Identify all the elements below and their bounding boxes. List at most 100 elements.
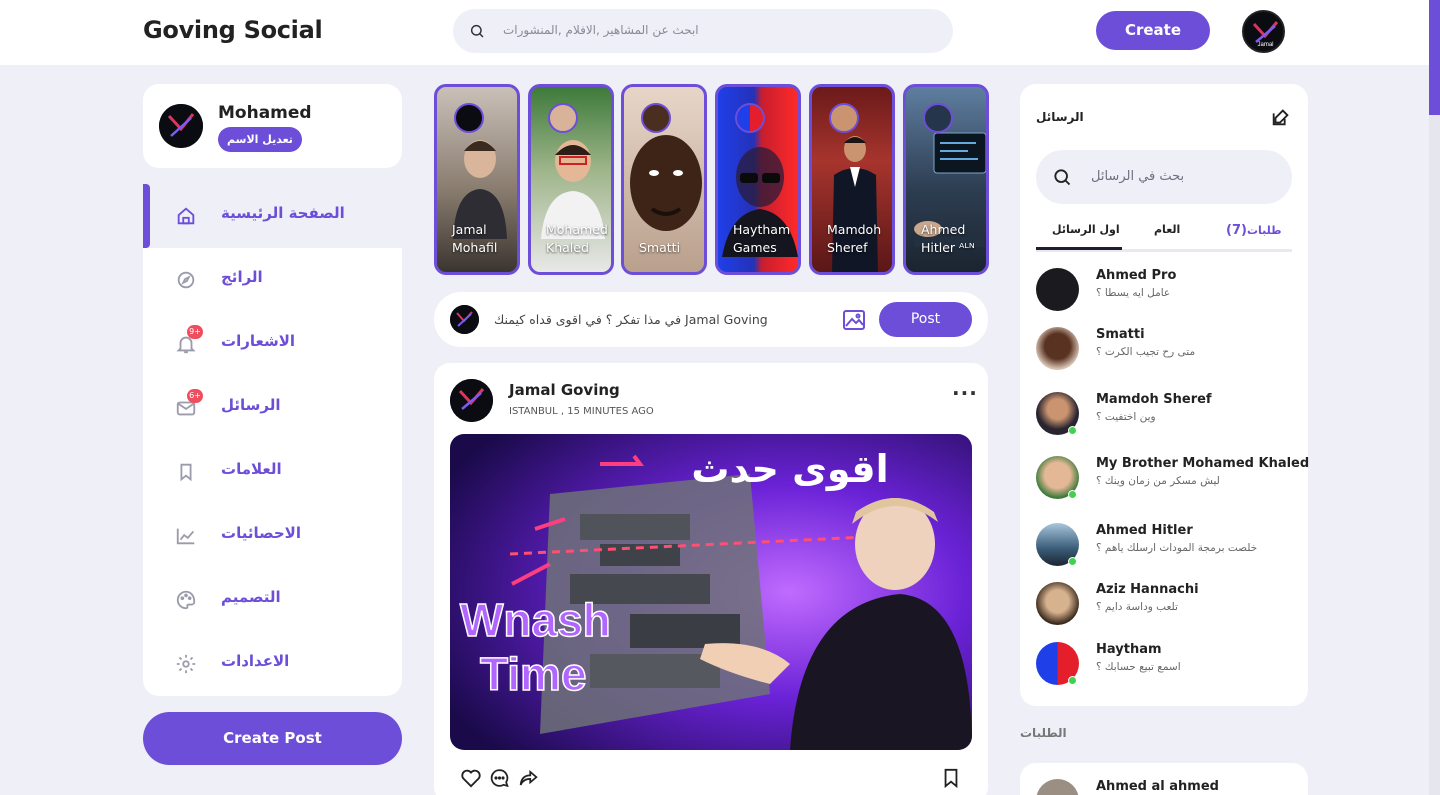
edit-name-button[interactable]: تعديل الاسم — [218, 127, 302, 152]
story-name: Ahmed Hitler ᴬᴸᴺ — [921, 222, 975, 255]
story-name: Jamal Mohafil — [452, 222, 498, 255]
story-name: Mamdoh Sheref — [827, 222, 882, 255]
message-preview: ليش مسكر من زمان وينك ؟ — [1096, 475, 1220, 487]
gear-icon — [176, 654, 196, 674]
story-avatar — [923, 103, 953, 133]
messages-title: الرسائل — [1036, 110, 1084, 124]
story-avatar — [641, 103, 671, 133]
notification-badge: 9+ — [187, 325, 203, 339]
post-composer: في مذا تفكر ؟ في اقوى قداه كيمنك Jamal G… — [434, 292, 988, 347]
image-headline: اقوى حدث — [691, 447, 888, 491]
image-title-line2: Time — [480, 648, 587, 700]
tab-requests[interactable]: (7)طلبات — [1226, 223, 1281, 238]
post-button[interactable]: Post — [879, 302, 972, 337]
story-card[interactable]: Ahmed Hitler ᴬᴸᴺ — [903, 84, 989, 275]
messages-panel: الرسائل بحث في الرسائل اول الرسائل العام… — [1020, 84, 1309, 706]
share-icon[interactable] — [518, 768, 539, 788]
story-card[interactable]: Jamal Mohafil — [434, 84, 520, 275]
create-button[interactable]: Create — [1096, 11, 1210, 50]
message-item[interactable]: My Brother Mohamed Khaled ليش مسكر من زم… — [1036, 456, 1309, 504]
sidebar-item-label: العلامات — [221, 460, 282, 478]
svg-text:Jamal: Jamal — [1257, 42, 1273, 48]
sidebar-item-trending[interactable]: الرائج — [143, 248, 402, 312]
chart-icon — [176, 528, 195, 545]
search-bar[interactable]: ابحث عن المشاهير ,الافلام ,المنشورات — [453, 9, 953, 53]
post-image[interactable]: اقوى حدث Wnash Time — [450, 434, 972, 750]
story-avatar — [454, 103, 484, 133]
post-author[interactable]: Jamal Goving — [509, 381, 620, 399]
online-indicator — [1068, 676, 1077, 685]
message-sender: Mamdoh Sheref — [1096, 392, 1212, 407]
story-card[interactable]: Smatti — [621, 84, 707, 275]
messages-badge: 6+ — [187, 389, 203, 403]
post-image-art: اقوى حدث Wnash Time — [450, 434, 972, 750]
top-bar: Goving Social ابحث عن المشاهير ,الافلام … — [0, 0, 1440, 65]
message-sender: Smatti — [1096, 327, 1145, 342]
page-scrollbar[interactable] — [1429, 0, 1440, 795]
comment-icon[interactable] — [489, 768, 510, 788]
post-author-avatar[interactable] — [450, 379, 493, 422]
message-preview: اسمع تبيع حسابك ؟ — [1096, 661, 1181, 673]
message-item[interactable]: Smatti متى رح تجيب الكرت ؟ — [1036, 327, 1296, 375]
composer-input[interactable]: في مذا تفكر ؟ في اقوى قداه كيمنك Jamal G… — [494, 312, 768, 327]
story-card[interactable]: Mamdoh Sheref — [809, 84, 895, 275]
story-card[interactable]: Haytham Games — [715, 84, 801, 275]
requests-label: طلبات — [1246, 224, 1282, 237]
sidebar-item-label: الاعدادات — [221, 652, 290, 670]
request-item[interactable]: Ahmed al ahmed — [1020, 763, 1308, 795]
sidebar-item-analytics[interactable]: الاحصائيات — [143, 504, 402, 568]
message-avatar — [1036, 582, 1079, 625]
sidebar-item-notifications[interactable]: 9+ الاشعارات — [143, 312, 402, 376]
profile-name: Mohamed — [218, 103, 312, 123]
compass-icon — [177, 271, 195, 289]
sidebar-item-theme[interactable]: التصميم — [143, 568, 402, 632]
sidebar-item-label: الصفحة الرئيسية — [221, 204, 345, 222]
online-indicator — [1068, 557, 1077, 566]
message-item[interactable]: Haytham اسمع تبيع حسابك ؟ — [1036, 642, 1296, 690]
create-post-button[interactable]: Create Post — [143, 712, 402, 765]
tab-general[interactable]: العام — [1154, 223, 1180, 236]
message-item[interactable]: Mamdoh Sheref وين اختفيت ؟ — [1036, 392, 1296, 440]
requests-title: الطلبات — [1020, 726, 1067, 740]
message-sender: Aziz Hannachi — [1096, 582, 1199, 597]
message-item[interactable]: Aziz Hannachi تلعب وداسة دايم ؟ — [1036, 582, 1296, 630]
message-item[interactable]: Ahmed Hitler خلصت برمجة المودات ارسلك يا… — [1036, 523, 1296, 571]
sidebar-item-settings[interactable]: الاعدادات — [143, 632, 402, 696]
scrollbar-thumb[interactable] — [1429, 0, 1440, 115]
message-preview: عامل ايه يسطا ؟ — [1096, 287, 1171, 299]
online-indicator — [1068, 426, 1077, 435]
story-name: Smatti — [639, 240, 681, 255]
search-input[interactable]: ابحث عن المشاهير ,الافلام ,المنشورات — [503, 23, 699, 37]
message-preview: خلصت برمجة المودات ارسلك ياهم ؟ — [1096, 542, 1258, 554]
profile-card: Mohamed تعديل الاسم — [143, 84, 402, 168]
message-sender: My Brother Mohamed Khaled — [1096, 456, 1310, 471]
sidebar-item-bookmarks[interactable]: العلامات — [143, 440, 402, 504]
active-tab-indicator — [1036, 247, 1122, 250]
sidebar-item-label: التصميم — [221, 588, 281, 606]
messages-search-input[interactable]: بحث في الرسائل — [1091, 169, 1184, 184]
like-icon[interactable] — [460, 768, 482, 788]
post-meta: ISTANBUL , 15 MINUTES AGO — [509, 406, 654, 417]
requests-count: (7) — [1226, 223, 1247, 238]
tab-primary[interactable]: اول الرسائل — [1052, 223, 1120, 236]
search-icon — [470, 24, 484, 38]
sidebar-item-messages[interactable]: 6+ الرسائل — [143, 376, 402, 440]
story-avatar — [548, 103, 578, 133]
bookmark-icon[interactable] — [943, 768, 959, 788]
image-icon[interactable] — [842, 309, 866, 331]
edit-icon[interactable] — [1270, 106, 1292, 128]
app-logo[interactable]: Goving Social — [143, 16, 323, 44]
more-options-icon[interactable]: ··· — [952, 381, 978, 405]
message-preview: متى رح تجيب الكرت ؟ — [1096, 346, 1196, 358]
sidebar-item-home[interactable]: الصفحة الرئيسية — [143, 184, 402, 248]
story-card[interactable]: Mohamed Khaled — [528, 84, 614, 275]
feed-post: Jamal Goving ISTANBUL , 15 MINUTES AGO ·… — [434, 363, 988, 795]
messages-search[interactable]: بحث في الرسائل — [1036, 150, 1292, 204]
user-avatar[interactable]: Jamal — [1242, 10, 1285, 53]
message-tabs: اول الرسائل العام (7)طلبات — [1036, 220, 1292, 252]
profile-avatar[interactable] — [159, 104, 203, 148]
online-indicator — [1068, 490, 1077, 499]
message-item[interactable]: Ahmed Pro عامل ايه يسطا ؟ — [1036, 268, 1296, 316]
search-icon — [1054, 169, 1071, 186]
story-avatar — [829, 103, 859, 133]
